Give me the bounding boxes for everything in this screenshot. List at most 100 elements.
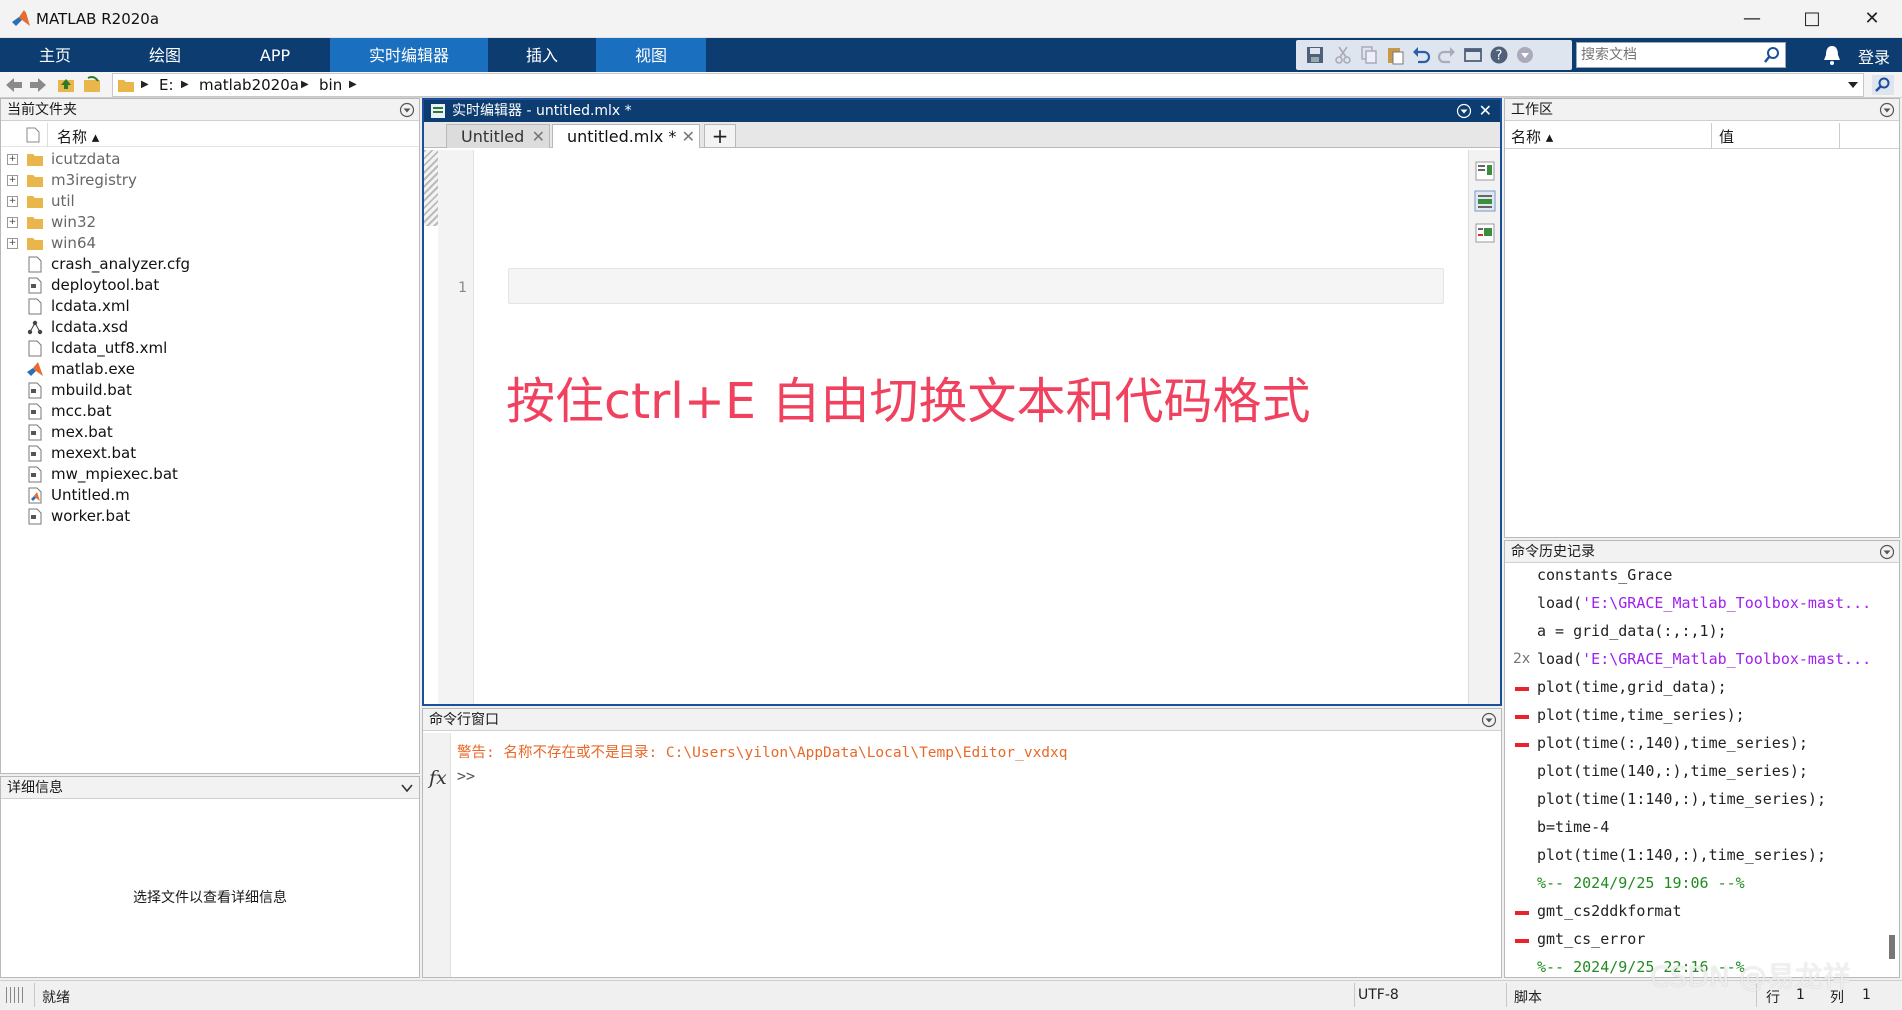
switch-windows-icon[interactable]	[1462, 44, 1484, 66]
tab-insert[interactable]: 插入	[488, 38, 596, 72]
login-link[interactable]: 登录	[1858, 44, 1890, 68]
breadcrumb-separator-icon[interactable]: ▶	[141, 79, 149, 90]
breadcrumb-bin[interactable]: bin	[319, 76, 342, 94]
file-row[interactable]: Untitled.m	[1, 485, 419, 506]
breadcrumb-separator-icon[interactable]: ▶	[181, 79, 189, 90]
expand-icon[interactable]: +	[7, 217, 18, 228]
file-row[interactable]: mexext.bat	[1, 443, 419, 464]
history-item[interactable]: plot(time(:,140),time_series);	[1505, 731, 1887, 759]
file-row[interactable]: mcc.bat	[1, 401, 419, 422]
folder-row[interactable]: + m3iregistry	[1, 170, 419, 191]
output-right-icon[interactable]	[1474, 160, 1496, 182]
file-row[interactable]: worker.bat	[1, 506, 419, 527]
browse-folder-icon[interactable]	[82, 75, 102, 95]
back-arrow-icon[interactable]	[4, 75, 24, 95]
history-scrollbar[interactable]	[1889, 935, 1895, 959]
file-row[interactable]: lcdata.xml	[1, 296, 419, 317]
breadcrumb-separator-icon[interactable]: ▶	[349, 79, 357, 90]
panel-menu-icon[interactable]	[1879, 102, 1895, 118]
details-header[interactable]: 详细信息	[1, 777, 419, 799]
panel-menu-icon[interactable]	[1879, 544, 1895, 560]
file-row[interactable]: matlab.exe	[1, 359, 419, 380]
history-item[interactable]: a = grid_data(:,:,1);	[1505, 619, 1887, 647]
function-browser-icon[interactable]: fx	[429, 767, 447, 789]
search-documentation[interactable]	[1576, 42, 1786, 68]
hide-code-icon[interactable]	[1474, 222, 1496, 244]
expand-icon[interactable]: +	[7, 238, 18, 249]
close-icon[interactable]: ✕	[1842, 0, 1902, 38]
notification-bell-icon[interactable]	[1822, 44, 1842, 66]
history-item[interactable]: gmt_cs2ddkformat	[1505, 899, 1887, 927]
copy-icon[interactable]	[1358, 44, 1380, 66]
editor-tab-untitled[interactable]: Untitled ✕	[446, 124, 550, 148]
history-item[interactable]: %-- 2024/9/25 19:06 --%	[1505, 871, 1887, 899]
history-item[interactable]: load('E:\GRACE_Matlab_Toolbox-mast...	[1505, 591, 1887, 619]
tab-live-editor[interactable]: 实时编辑器	[330, 38, 488, 72]
help-icon[interactable]: ?	[1488, 44, 1510, 66]
history-item[interactable]: gmt_cs_error	[1505, 927, 1887, 955]
redo-icon[interactable]	[1436, 44, 1458, 66]
folder-row[interactable]: + win64	[1, 233, 419, 254]
folder-icon	[27, 217, 43, 229]
path-dropdown-icon[interactable]	[1847, 79, 1859, 91]
history-item[interactable]: plot(time(1:140,:),time_series);	[1505, 787, 1887, 815]
close-tab-icon[interactable]: ✕	[532, 125, 545, 149]
minimize-icon[interactable]: —	[1722, 0, 1782, 38]
folder-row[interactable]: + util	[1, 191, 419, 212]
maximize-icon[interactable]: □	[1782, 0, 1842, 38]
up-folder-icon[interactable]	[56, 75, 76, 95]
folder-row[interactable]: + icutzdata	[1, 149, 419, 170]
close-tab-icon[interactable]: ✕	[682, 125, 695, 149]
file-row[interactable]: mw_mpiexec.bat	[1, 464, 419, 485]
search-input[interactable]	[1577, 43, 1753, 67]
file-row[interactable]: crash_analyzer.cfg	[1, 254, 419, 275]
panel-menu-icon[interactable]	[1481, 712, 1497, 728]
search-icon[interactable]	[1763, 46, 1781, 64]
expand-icon[interactable]: +	[7, 196, 18, 207]
tab-plots[interactable]: 绘图	[110, 38, 220, 72]
close-editor-icon[interactable]: ✕	[1479, 100, 1492, 122]
folder-icon	[27, 154, 43, 166]
save-icon[interactable]	[1304, 44, 1326, 66]
name-column-header[interactable]: 名称 ▴	[57, 126, 99, 147]
history-item[interactable]: plot(time,time_series);	[1505, 703, 1887, 731]
panel-menu-icon[interactable]	[1456, 103, 1472, 119]
paste-icon[interactable]	[1384, 44, 1406, 66]
tab-apps[interactable]: APP	[220, 38, 330, 72]
new-tab-button[interactable]: +	[704, 124, 736, 148]
expand-icon[interactable]: +	[7, 154, 18, 165]
file-row[interactable]: mbuild.bat	[1, 380, 419, 401]
cut-icon[interactable]	[1332, 44, 1354, 66]
file-row[interactable]: deploytool.bat	[1, 275, 419, 296]
expand-icon[interactable]: +	[7, 175, 18, 186]
panel-menu-icon[interactable]	[399, 102, 415, 118]
history-item[interactable]: plot(time,grid_data);	[1505, 675, 1887, 703]
error-mark-icon	[1515, 715, 1529, 719]
file-row[interactable]: lcdata.xsd	[1, 317, 419, 338]
editor-tab-untitled-mlx[interactable]: untitled.mlx * ✕	[552, 124, 700, 148]
history-item[interactable]: plot(time(140,:),time_series);	[1505, 759, 1887, 787]
file-row[interactable]: mex.bat	[1, 422, 419, 443]
history-item[interactable]: plot(time(1:140,:),time_series);	[1505, 843, 1887, 871]
forward-arrow-icon[interactable]	[28, 75, 48, 95]
undo-icon[interactable]	[1410, 44, 1432, 66]
folder-row[interactable]: + win32	[1, 212, 419, 233]
file-row[interactable]: lcdata_utf8.xml	[1, 338, 419, 359]
ws-name-column-header[interactable]: 名称 ▴	[1511, 126, 1553, 147]
code-line-input[interactable]	[508, 268, 1444, 304]
command-prompt-input[interactable]: >>	[457, 767, 475, 785]
tab-home[interactable]: 主页	[0, 38, 110, 72]
breadcrumb-drive[interactable]: E:	[159, 76, 174, 94]
output-inline-icon[interactable]	[1474, 190, 1496, 212]
quick-access-dropdown-icon[interactable]	[1514, 44, 1536, 66]
search-folder-icon[interactable]	[1872, 75, 1894, 95]
history-item[interactable]: constants_Grace	[1505, 563, 1887, 591]
breadcrumb-separator-icon[interactable]: ▶	[301, 79, 309, 90]
chevron-down-icon[interactable]	[399, 780, 415, 796]
breadcrumb-matlab2020a[interactable]: matlab2020a	[199, 76, 299, 94]
history-item[interactable]: b=time-4	[1505, 815, 1887, 843]
ws-value-column-header[interactable]: 值	[1719, 126, 1734, 147]
history-item[interactable]: 2x load('E:\GRACE_Matlab_Toolbox-mast...	[1505, 647, 1887, 675]
current-path-field[interactable]: ▶ E: ▶ matlab2020a ▶ bin ▶	[112, 73, 1864, 97]
tab-view[interactable]: 视图	[596, 38, 706, 72]
